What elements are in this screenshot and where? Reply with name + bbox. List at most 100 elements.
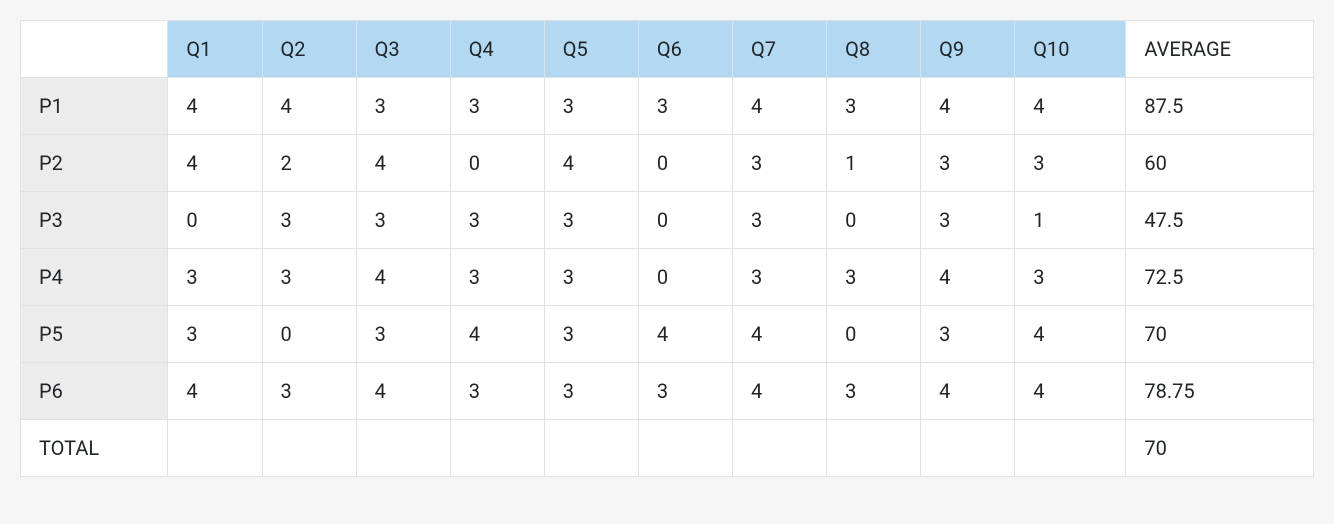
cell: 3 — [168, 249, 262, 306]
total-label: TOTAL — [21, 420, 168, 477]
cell: 4 — [450, 306, 544, 363]
column-header: Q8 — [827, 21, 921, 78]
cell: 3 — [638, 78, 732, 135]
cell-empty — [544, 420, 638, 477]
cell: 4 — [1015, 306, 1126, 363]
row-label: P1 — [21, 78, 168, 135]
cell: 3 — [544, 78, 638, 135]
cell: 0 — [450, 135, 544, 192]
cell: 3 — [356, 306, 450, 363]
cell: 0 — [638, 192, 732, 249]
column-header: Q7 — [732, 21, 826, 78]
cell: 3 — [262, 249, 356, 306]
average-header: AVERAGE — [1126, 21, 1314, 78]
cell: 3 — [450, 363, 544, 420]
average-cell: 60 — [1126, 135, 1314, 192]
column-header: Q2 — [262, 21, 356, 78]
cell: 3 — [921, 306, 1015, 363]
cell: 3 — [732, 249, 826, 306]
cell: 0 — [827, 306, 921, 363]
cell: 3 — [450, 78, 544, 135]
column-header: Q3 — [356, 21, 450, 78]
cell: 3 — [356, 78, 450, 135]
score-table: Q1 Q2 Q3 Q4 Q5 Q6 Q7 Q8 Q9 Q10 AVERAGE P… — [20, 20, 1314, 477]
cell-empty — [262, 420, 356, 477]
cell: 3 — [450, 192, 544, 249]
average-cell: 72.5 — [1126, 249, 1314, 306]
column-header: Q5 — [544, 21, 638, 78]
cell: 3 — [544, 192, 638, 249]
cell: 3 — [544, 249, 638, 306]
cell: 4 — [732, 306, 826, 363]
cell: 3 — [638, 363, 732, 420]
cell: 4 — [732, 363, 826, 420]
column-header: Q10 — [1015, 21, 1126, 78]
column-header: Q9 — [921, 21, 1015, 78]
cell: 3 — [732, 135, 826, 192]
row-label: P3 — [21, 192, 168, 249]
cell-empty — [356, 420, 450, 477]
cell: 3 — [921, 135, 1015, 192]
cell: 4 — [168, 78, 262, 135]
cell: 3 — [544, 363, 638, 420]
row-label: P2 — [21, 135, 168, 192]
table-row: P3 0 3 3 3 3 0 3 0 3 1 47.5 — [21, 192, 1314, 249]
cell-empty — [1015, 420, 1126, 477]
total-average-cell: 70 — [1126, 420, 1314, 477]
column-header: Q4 — [450, 21, 544, 78]
cell-empty — [638, 420, 732, 477]
cell: 4 — [732, 78, 826, 135]
cell: 4 — [262, 78, 356, 135]
cell: 4 — [638, 306, 732, 363]
cell: 4 — [168, 135, 262, 192]
table-row: P6 4 3 4 3 3 3 4 3 4 4 78.75 — [21, 363, 1314, 420]
cell: 3 — [262, 363, 356, 420]
total-row: TOTAL 70 — [21, 420, 1314, 477]
table-row: P4 3 3 4 3 3 0 3 3 4 3 72.5 — [21, 249, 1314, 306]
cell: 3 — [921, 192, 1015, 249]
cell: 4 — [921, 78, 1015, 135]
cell: 4 — [356, 363, 450, 420]
cell: 3 — [1015, 249, 1126, 306]
corner-cell — [21, 21, 168, 78]
cell: 3 — [450, 249, 544, 306]
column-header: Q1 — [168, 21, 262, 78]
cell-empty — [168, 420, 262, 477]
cell: 1 — [1015, 192, 1126, 249]
cell: 3 — [732, 192, 826, 249]
cell: 2 — [262, 135, 356, 192]
cell: 0 — [262, 306, 356, 363]
cell: 4 — [356, 249, 450, 306]
cell: 4 — [1015, 78, 1126, 135]
table-row: P1 4 4 3 3 3 3 4 3 4 4 87.5 — [21, 78, 1314, 135]
cell: 3 — [1015, 135, 1126, 192]
cell: 4 — [1015, 363, 1126, 420]
average-cell: 70 — [1126, 306, 1314, 363]
row-label: P6 — [21, 363, 168, 420]
cell: 3 — [827, 249, 921, 306]
cell: 0 — [168, 192, 262, 249]
table-header-row: Q1 Q2 Q3 Q4 Q5 Q6 Q7 Q8 Q9 Q10 AVERAGE — [21, 21, 1314, 78]
cell: 4 — [544, 135, 638, 192]
cell: 4 — [356, 135, 450, 192]
cell: 0 — [638, 249, 732, 306]
cell: 3 — [168, 306, 262, 363]
column-header: Q6 — [638, 21, 732, 78]
cell: 3 — [827, 363, 921, 420]
cell: 4 — [921, 249, 1015, 306]
cell: 4 — [168, 363, 262, 420]
cell: 3 — [356, 192, 450, 249]
cell: 3 — [262, 192, 356, 249]
cell: 3 — [827, 78, 921, 135]
cell: 3 — [544, 306, 638, 363]
cell: 0 — [827, 192, 921, 249]
table-row: P5 3 0 3 4 3 4 4 0 3 4 70 — [21, 306, 1314, 363]
cell-empty — [450, 420, 544, 477]
cell-empty — [732, 420, 826, 477]
table-row: P2 4 2 4 0 4 0 3 1 3 3 60 — [21, 135, 1314, 192]
average-cell: 87.5 — [1126, 78, 1314, 135]
cell-empty — [827, 420, 921, 477]
average-cell: 78.75 — [1126, 363, 1314, 420]
cell-empty — [921, 420, 1015, 477]
cell: 0 — [638, 135, 732, 192]
